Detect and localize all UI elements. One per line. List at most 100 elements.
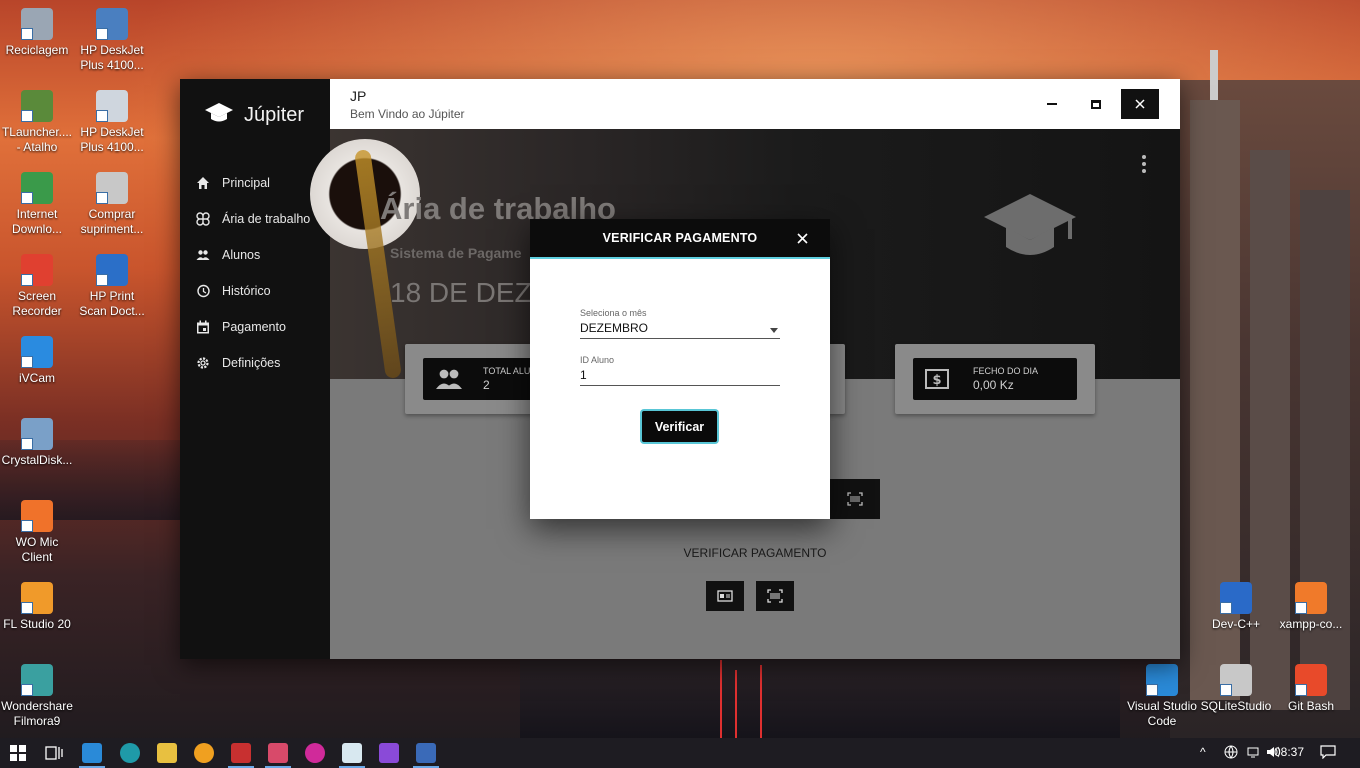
desktop-shortcut[interactable]: Git Bash bbox=[1274, 664, 1348, 714]
desktop-shortcut-label: WO Mic Client bbox=[15, 535, 59, 564]
printer-icon bbox=[96, 8, 128, 40]
minimize-button[interactable] bbox=[1033, 89, 1071, 119]
sidebar-item-alunos[interactable]: Alunos bbox=[196, 237, 330, 273]
printer-cart-icon bbox=[96, 172, 128, 204]
wallpaper-road bbox=[520, 660, 1120, 740]
scan-button[interactable] bbox=[756, 581, 794, 611]
chevron-down-icon bbox=[770, 328, 778, 333]
verify-button[interactable]: Verificar bbox=[642, 411, 717, 442]
sidebar-item-pagamento[interactable]: Pagamento bbox=[196, 309, 330, 345]
edge-taskbar-icon[interactable] bbox=[120, 743, 140, 763]
dialog-title: VERIFICAR PAGAMENTO bbox=[602, 231, 758, 245]
avast-taskbar-icon[interactable] bbox=[194, 743, 214, 763]
money-icon: $ bbox=[925, 369, 949, 389]
more-options-icon[interactable] bbox=[1142, 155, 1146, 176]
maximize-icon bbox=[1091, 99, 1101, 109]
task-view-button[interactable] bbox=[45, 745, 63, 766]
card-id-button[interactable] bbox=[706, 581, 744, 611]
notifications-icon[interactable] bbox=[1320, 745, 1336, 762]
people-icon bbox=[196, 250, 210, 260]
desktop-shortcut-label: Dev-C++ bbox=[1211, 617, 1261, 631]
card-value: 0,00 Kz bbox=[973, 378, 1014, 392]
desktop-shortcut-label: Reciclagem bbox=[5, 43, 69, 57]
calendar-icon bbox=[197, 320, 209, 334]
barcode-scan-icon bbox=[767, 589, 783, 603]
desktop-shortcut[interactable]: TLauncher.... - Atalho bbox=[0, 90, 74, 155]
desktop-shortcut-label: HP DeskJet Plus 4100... bbox=[80, 125, 144, 154]
desktop-shortcut-label: Screen Recorder bbox=[12, 289, 62, 318]
desktop-shortcut[interactable]: Comprar supriment... bbox=[75, 172, 149, 237]
desktop-shortcut[interactable]: iVCam bbox=[0, 336, 74, 386]
brand[interactable]: Júpiter bbox=[204, 101, 304, 130]
command-icon bbox=[196, 212, 210, 226]
webcam-icon bbox=[21, 336, 53, 368]
desktop-shortcut-label: Git Bash bbox=[1287, 699, 1335, 713]
windows-start-button[interactable] bbox=[10, 745, 26, 766]
access-taskbar-icon[interactable] bbox=[231, 743, 251, 763]
recycle-bin-icon bbox=[21, 8, 53, 40]
desktop-shortcut[interactable]: Reciclagem bbox=[0, 8, 74, 58]
fecho-do-dia-card: $ FECHO DO DIA 0,00 Kz bbox=[895, 344, 1095, 414]
desktop-shortcut-label: iVCam bbox=[18, 371, 55, 385]
desktop-shortcut[interactable]: xampp-co... bbox=[1274, 582, 1348, 632]
desktop-shortcut[interactable]: HP DeskJet Plus 4100... bbox=[75, 8, 149, 73]
sidebar-item-definicoes[interactable]: Definições bbox=[196, 345, 330, 381]
home-icon bbox=[197, 177, 209, 189]
month-select-label: Seleciona o mês bbox=[580, 308, 647, 318]
jupiter-app-taskbar-icon[interactable] bbox=[416, 743, 436, 763]
app-taskbar-icon[interactable] bbox=[268, 743, 288, 763]
desktop-shortcut[interactable]: Dev-C++ bbox=[1199, 582, 1273, 632]
desktop-shortcut[interactable]: Visual Studio Code bbox=[1125, 664, 1199, 729]
database-icon bbox=[1220, 664, 1252, 696]
sidebar-item-label: Alunos bbox=[222, 248, 261, 262]
barcode-scan-button[interactable] bbox=[830, 479, 880, 519]
maximize-button[interactable] bbox=[1077, 89, 1115, 119]
desktop-shortcut[interactable]: HP Print Scan Doct... bbox=[75, 254, 149, 319]
desktop-shortcut[interactable]: WO Mic Client bbox=[0, 500, 74, 565]
sidebar-item-aria-de-trabalho[interactable]: Ária de trabalho bbox=[196, 201, 330, 237]
notepad-taskbar-icon[interactable] bbox=[342, 743, 362, 763]
desktop-shortcut[interactable]: Wondershare Filmora9 bbox=[0, 664, 74, 729]
month-select[interactable]: Seleciona o mês DEZEMBRO bbox=[580, 308, 780, 339]
vscode-taskbar-icon[interactable] bbox=[82, 743, 102, 763]
desktop-shortcut-label: HP DeskJet Plus 4100... bbox=[80, 43, 144, 72]
verify-payment-dialog: VERIFICAR PAGAMENTO Seleciona o mês DEZE… bbox=[530, 219, 830, 519]
student-id-field[interactable]: ID Aluno 1 bbox=[580, 355, 780, 386]
chevron-up-icon[interactable]: ^ bbox=[1200, 745, 1206, 759]
desktop-shortcut[interactable]: Screen Recorder bbox=[0, 254, 74, 319]
desktop-shortcut-label: CrystalDisk... bbox=[1, 453, 73, 467]
globe-icon[interactable] bbox=[1224, 745, 1238, 762]
printer-icon bbox=[96, 90, 128, 122]
desktop-shortcut-label: Wondershare Filmora9 bbox=[1, 699, 73, 728]
filmora-icon bbox=[21, 664, 53, 696]
file-explorer-taskbar-icon[interactable] bbox=[157, 743, 177, 763]
hero-subtitle: Sistema de Pagame bbox=[390, 245, 522, 261]
desktop-shortcut-label: Visual Studio Code bbox=[1127, 699, 1197, 728]
window-subtitle: Bem Vindo ao Júpiter bbox=[350, 107, 465, 121]
desktop-shortcut[interactable]: HP DeskJet Plus 4100... bbox=[75, 90, 149, 155]
sidebar: Júpiter Principal Ária de trabalho Aluno… bbox=[180, 79, 330, 659]
barcode-scan-icon bbox=[847, 492, 863, 506]
sidebar-item-label: Histórico bbox=[222, 284, 271, 298]
app-taskbar-icon[interactable] bbox=[305, 743, 325, 763]
desktop-shortcut[interactable]: CrystalDisk... bbox=[0, 418, 74, 468]
clock[interactable]: 08:37 bbox=[1274, 745, 1304, 759]
desktop-shortcut[interactable]: FL Studio 20 bbox=[0, 582, 74, 632]
microphone-icon bbox=[21, 500, 53, 532]
dialog-close-button[interactable] bbox=[797, 231, 808, 249]
gear-icon bbox=[197, 357, 209, 369]
student-id-label: ID Aluno bbox=[580, 355, 615, 365]
desktop-shortcut-label: Comprar supriment... bbox=[80, 207, 144, 236]
wallpaper-city bbox=[1170, 50, 1360, 740]
sidebar-item-historico[interactable]: Histórico bbox=[196, 273, 330, 309]
graduation-cap-icon bbox=[204, 101, 234, 130]
close-window-button[interactable] bbox=[1121, 89, 1159, 119]
visual-studio-taskbar-icon[interactable] bbox=[379, 743, 399, 763]
desktop-shortcut[interactable]: Internet Downlo... bbox=[0, 172, 74, 237]
svg-text:$: $ bbox=[932, 373, 941, 388]
network-icon[interactable] bbox=[1246, 745, 1260, 762]
desktop-shortcut-label: HP Print Scan Doct... bbox=[79, 289, 145, 318]
desktop-shortcut[interactable]: SQLiteStudio bbox=[1199, 664, 1273, 714]
verify-payment-label: VERIFICAR PAGAMENTO bbox=[683, 546, 827, 560]
dialog-header: VERIFICAR PAGAMENTO bbox=[530, 219, 830, 259]
